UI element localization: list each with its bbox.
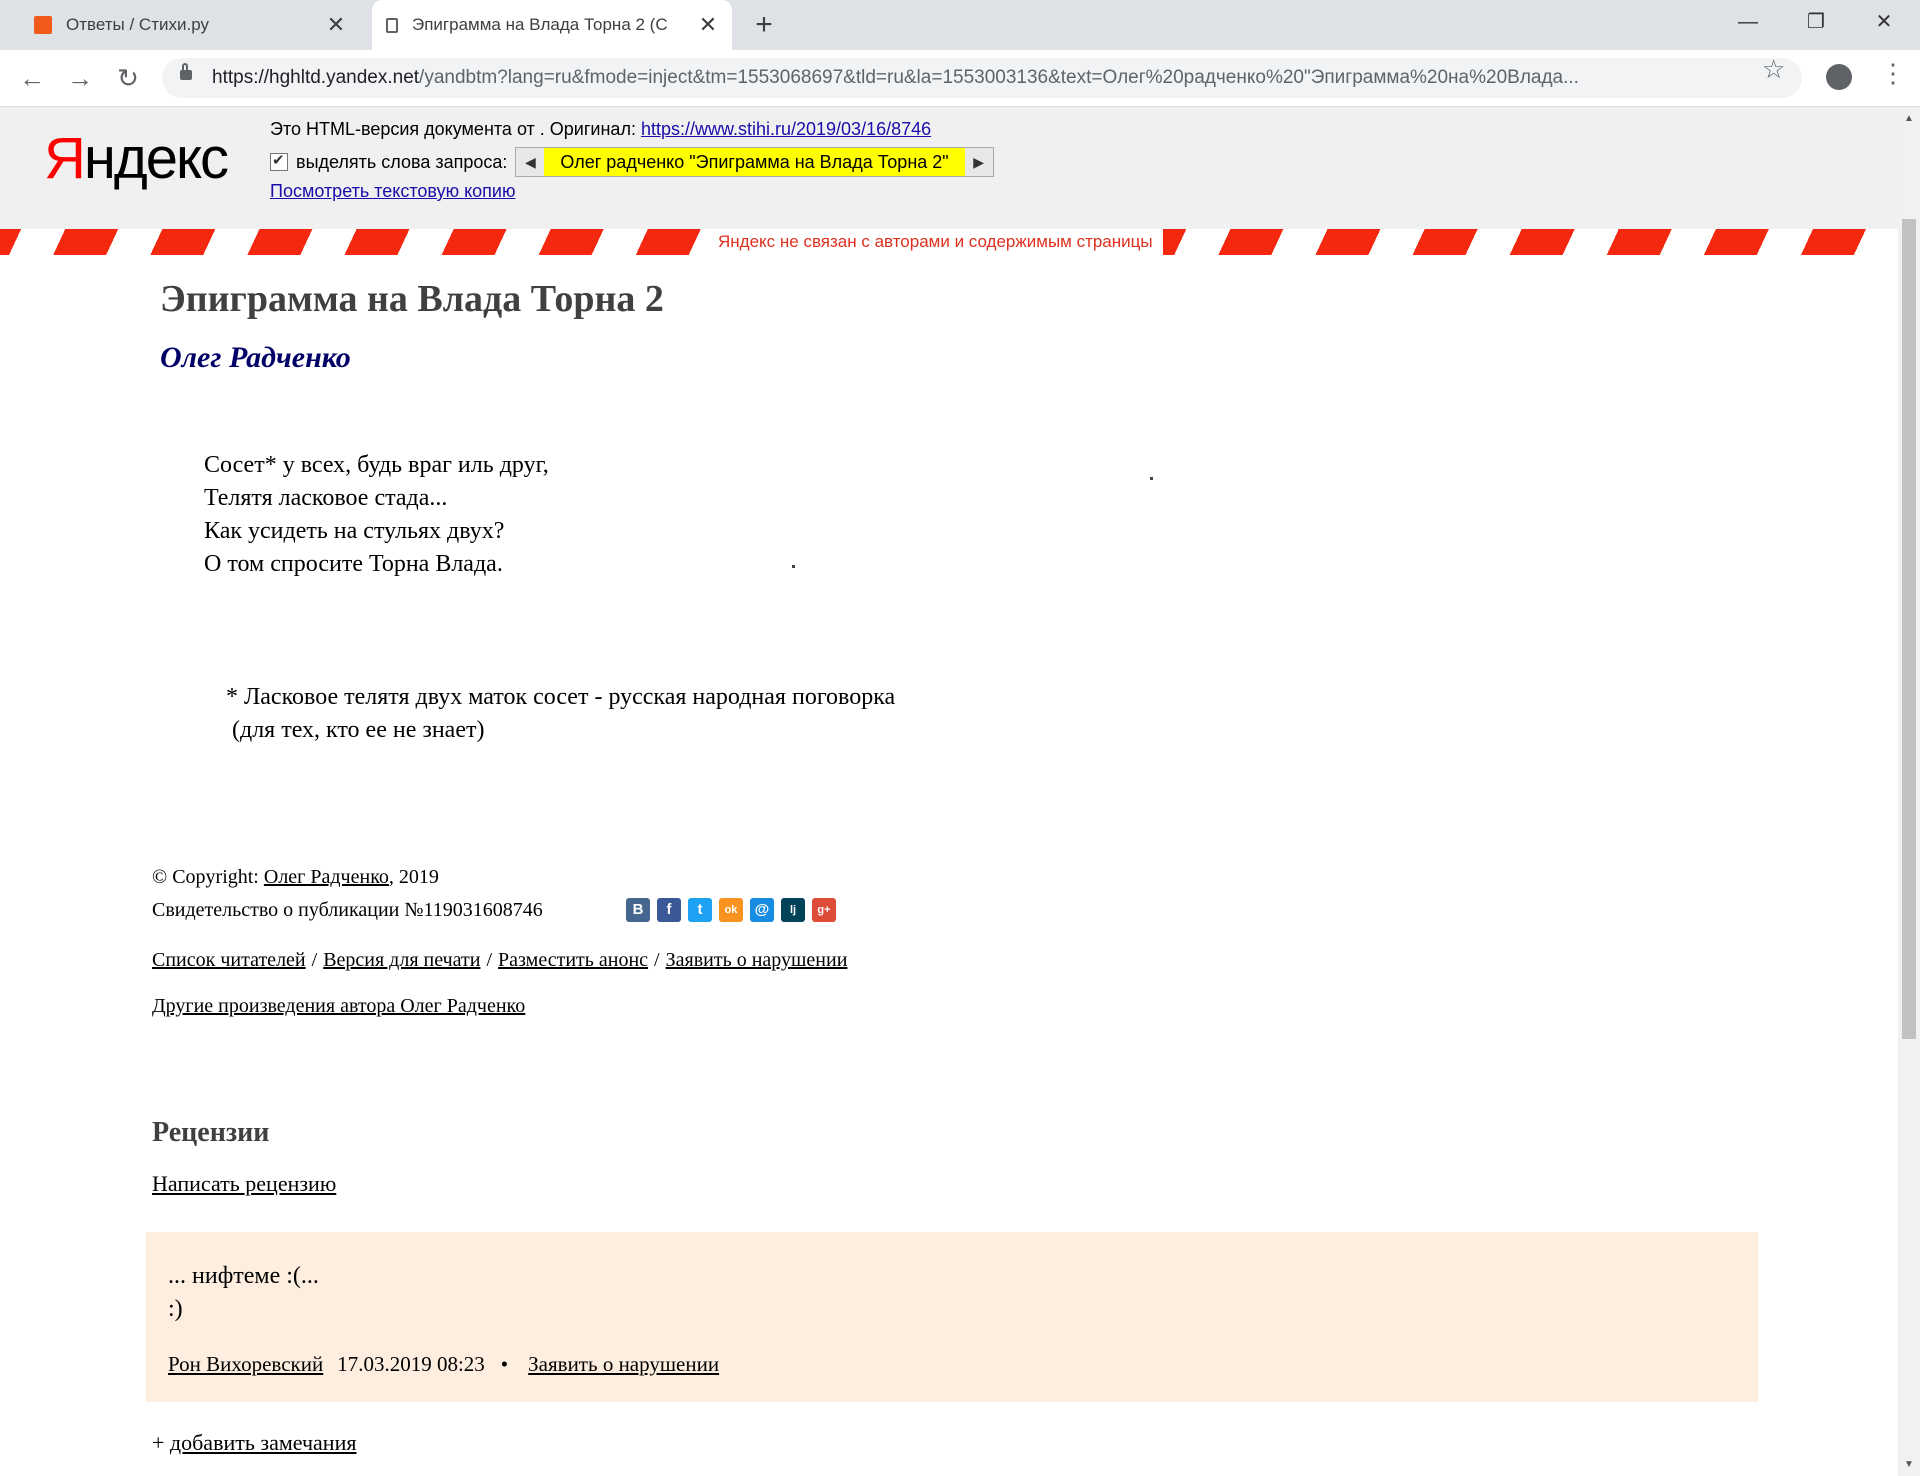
text-copy-link[interactable]: Посмотреть текстовую копию: [270, 181, 515, 201]
document-icon: [386, 17, 398, 33]
yandex-logo[interactable]: Яндекс: [44, 125, 229, 192]
browser-toolbar: ← → ↻ https://hghltd.yandex.net/yandbtm?…: [0, 50, 1920, 107]
copyright-block: © Copyright: Олег Радченко, 2019 Свидете…: [152, 866, 543, 921]
scroll-up-icon[interactable]: ▲: [1904, 113, 1914, 124]
close-tab-icon[interactable]: ✕: [322, 12, 350, 38]
tab-title: Эпиграмма на Влада Торна 2 (С: [412, 15, 668, 34]
prev-match-icon[interactable]: ◀: [516, 148, 545, 176]
bookmark-star-icon[interactable]: ☆: [1762, 54, 1785, 85]
review-report-link[interactable]: Заявить о нарушении: [528, 1352, 719, 1376]
highlight-row: выделять слова запроса: ◀ Олег радченко …: [270, 147, 994, 177]
restore-button[interactable]: ❐: [1786, 0, 1846, 44]
copyright-author-link[interactable]: Олег Радченко: [264, 866, 389, 888]
action-links: Список читателей / Версия для печати / Разме…: [152, 949, 848, 971]
url-text[interactable]: https://hghltd.yandex.net/yandbtm?lang=r…: [212, 58, 1772, 98]
googleplus-share-icon[interactable]: g+: [812, 898, 836, 922]
facebook-share-icon[interactable]: f: [657, 898, 681, 922]
close-window-button[interactable]: ✕: [1854, 0, 1914, 44]
publication-certificate: Свидетельство о публикации №119031608746: [152, 899, 543, 921]
review-text: ... нифтеме :(... :): [168, 1263, 319, 1322]
back-arrow-icon[interactable]: ←: [14, 60, 50, 96]
highlight-navigator: ◀ Олег радченко "Эпиграмма на Влада Торн…: [515, 147, 994, 177]
tab-bar: Ответы / Стихи.ру ✕ Эпиграмма на Влада Т…: [0, 0, 1920, 50]
scroll-down-icon[interactable]: ▼: [1904, 1459, 1914, 1470]
mailru-share-icon[interactable]: @: [750, 898, 774, 922]
write-review-row: Написать рецензию: [152, 1171, 336, 1197]
cache-info: Это HTML-версия документа от . Оригинал:…: [270, 119, 932, 139]
poem-footnote: * Ласковое телятя двух маток сосет - рус…: [226, 684, 896, 743]
original-link[interactable]: https://www.stihi.ru/2019/03/16/8746: [641, 119, 931, 139]
tab-stihi-answers[interactable]: Ответы / Стихи.ру ✕: [20, 0, 360, 50]
add-remarks-link[interactable]: добавить замечания: [170, 1430, 357, 1455]
review-item: ... нифтеме :(... :) Рон Вихоревский 17.0…: [146, 1232, 1758, 1402]
highlight-checkbox[interactable]: [270, 151, 288, 171]
poem-title: Эпиграмма на Влада Торна 2: [160, 278, 664, 320]
print-version-link[interactable]: Версия для печати: [323, 949, 480, 971]
page-scrollbar[interactable]: ▲ ▼: [1898, 107, 1920, 1476]
stihi-favicon-icon: [34, 16, 52, 34]
yandex-cache-header: Яндекс Это HTML-версия документа от . Ор…: [0, 107, 1898, 229]
highlight-query: Олег радченко "Эпиграмма на Влада Торна …: [544, 148, 965, 176]
reload-icon[interactable]: ↻: [110, 60, 146, 96]
forward-arrow-icon[interactable]: →: [62, 60, 98, 96]
tab-epigram-active[interactable]: Эпиграмма на Влада Торна 2 (С ✕: [372, 0, 732, 50]
write-review-link[interactable]: Написать рецензию: [152, 1171, 336, 1196]
highlight-label: выделять слова запроса:: [296, 151, 508, 172]
reviews-heading: Рецензии: [152, 1117, 270, 1148]
add-remarks-row: + добавить замечания: [152, 1430, 357, 1455]
text-copy-row: Посмотреть текстовую копию: [270, 181, 515, 202]
livejournal-share-icon[interactable]: lj: [781, 898, 805, 922]
place-announcement-link[interactable]: Разместить анонс: [498, 949, 648, 971]
scrollbar-thumb[interactable]: [1902, 219, 1916, 1039]
share-buttons: В f t ok @ lj g+: [626, 898, 836, 922]
menu-dots-icon[interactable]: ⋮: [1880, 58, 1906, 89]
address-bar[interactable]: https://hghltd.yandex.net/yandbtm?lang=r…: [162, 58, 1802, 98]
next-match-icon[interactable]: ▶: [964, 148, 993, 176]
stray-dot: [792, 565, 795, 568]
disclaimer-text: Яндекс не связан с авторами и содержимым…: [708, 229, 1163, 255]
account-icon[interactable]: [1826, 64, 1852, 90]
poem-text: Сосет* у всех, будь враг иль друг, Телят…: [204, 452, 549, 577]
tab-title: Ответы / Стихи.ру: [66, 15, 209, 34]
minimize-button[interactable]: —: [1718, 0, 1778, 44]
bullet-separator: •: [500, 1352, 509, 1376]
review-meta: Рон Вихоревский 17.03.2019 08:23 • Заявить …: [168, 1352, 719, 1377]
other-works-row: Другие произведения автора Олег Радченко: [152, 995, 525, 1018]
review-date: 17.03.2019 08:23: [337, 1352, 485, 1376]
disclaimer-stripe: Яндекс не связан с авторами и содержимым…: [0, 229, 1898, 255]
other-works-link[interactable]: Другие произведения автора Олег Радченко: [152, 995, 525, 1017]
vk-share-icon[interactable]: В: [626, 898, 650, 922]
review-author-link[interactable]: Рон Вихоревский: [168, 1352, 323, 1376]
twitter-share-icon[interactable]: t: [688, 898, 712, 922]
close-tab-icon[interactable]: ✕: [694, 12, 722, 38]
new-tab-button[interactable]: +: [748, 4, 780, 46]
report-violation-link[interactable]: Заявить о нарушении: [666, 949, 848, 971]
odnoklassniki-share-icon[interactable]: ok: [719, 898, 743, 922]
readers-list-link[interactable]: Список читателей: [152, 949, 306, 971]
poem-author[interactable]: Олег Радченко: [160, 341, 351, 375]
lock-icon: [180, 63, 192, 80]
stray-dot: [1150, 477, 1153, 480]
